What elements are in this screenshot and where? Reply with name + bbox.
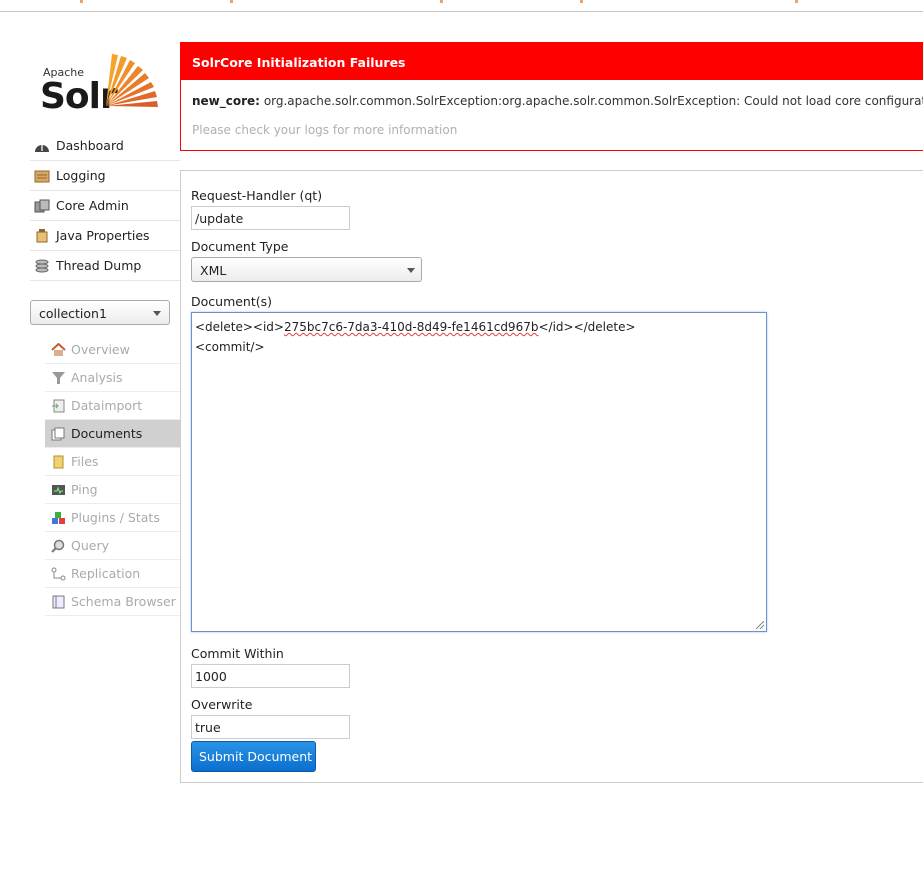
nav-label-core-admin: Core Admin (56, 198, 129, 213)
clipped-header-strip (60, 0, 800, 4)
documents-icon (51, 427, 66, 441)
thread-dump-icon (34, 259, 50, 273)
ping-icon (51, 483, 66, 497)
core-nav-files[interactable]: Files (45, 448, 180, 476)
nav-label-thread-dump: Thread Dump (56, 258, 142, 273)
top-divider (0, 11, 923, 12)
nav-label-dashboard: Dashboard (56, 138, 124, 153)
core-nav-label-analysis: Analysis (71, 370, 123, 385)
documents-line1-open: <delete><id> (195, 320, 284, 334)
solr-logo[interactable]: Apache Solr (40, 48, 165, 117)
core-nav-overview[interactable]: Overview (45, 336, 180, 364)
commit-within-label: Commit Within (191, 646, 284, 661)
chevron-down-icon (153, 311, 161, 316)
check-logs-hint: Please check your logs for more informat… (192, 123, 458, 137)
logging-icon (34, 169, 50, 183)
nav-item-dashboard[interactable]: Dashboard (30, 131, 180, 161)
query-icon (51, 539, 66, 553)
submit-document-button[interactable]: Submit Document (191, 741, 316, 772)
core-nav-schema-browser[interactable]: Schema Browser (45, 588, 180, 616)
core-nav-dataimport[interactable]: Dataimport (45, 392, 180, 420)
core-nav-ping[interactable]: Ping (45, 476, 180, 504)
overwrite-input[interactable]: true (191, 715, 350, 739)
core-nav-label-overview: Overview (71, 342, 130, 357)
core-nav-plugins-stats[interactable]: Plugins / Stats (45, 504, 180, 532)
init-failures-title: SolrCore Initialization Failures (181, 43, 923, 80)
core-nav-label-replication: Replication (71, 566, 141, 581)
core-nav-label-query: Query (71, 538, 109, 553)
document-type-value: XML (200, 263, 227, 278)
core-nav-documents[interactable]: Documents (45, 420, 180, 448)
core-nav-label-documents: Documents (71, 426, 143, 441)
nav-item-logging[interactable]: Logging (30, 161, 180, 191)
files-icon (51, 455, 66, 469)
documents-textarea[interactable]: <delete><id>275bc7c6-7da3-410d-8d49-fe14… (191, 312, 767, 632)
resize-handle-icon[interactable] (756, 621, 764, 629)
core-nav-label-files: Files (71, 454, 99, 469)
request-handler-input[interactable]: /update (191, 206, 350, 230)
core-admin-icon (34, 199, 50, 213)
nav-item-core-admin[interactable]: Core Admin (30, 191, 180, 221)
sun-icon (106, 54, 158, 107)
documents-label: Document(s) (191, 294, 273, 309)
request-handler-label: Request-Handler (qt) (191, 188, 323, 203)
schema-browser-icon (51, 595, 66, 609)
analysis-icon (51, 371, 66, 385)
documents-line1-close: </id></delete> (538, 320, 636, 334)
nav-item-java-properties[interactable]: Java Properties (30, 221, 180, 251)
core-selector-value: collection1 (39, 306, 107, 321)
dataimport-icon (51, 399, 66, 413)
failed-core-name: new_core: (192, 94, 260, 108)
overview-icon (51, 342, 66, 357)
nav-item-thread-dump[interactable]: Thread Dump (30, 251, 180, 281)
main-navigation: Dashboard Logging Core Admin Java Proper… (30, 131, 180, 281)
document-type-select[interactable]: XML (191, 257, 422, 282)
core-navigation: Overview Analysis Dataimport Documents F… (45, 336, 180, 616)
nav-label-logging: Logging (56, 168, 106, 183)
documents-line2: <commit/> (195, 340, 265, 354)
core-nav-label-ping: Ping (71, 482, 98, 497)
java-properties-icon (34, 228, 50, 243)
dashboard-icon (34, 139, 50, 153)
core-nav-replication[interactable]: Replication (45, 560, 180, 588)
overwrite-label: Overwrite (191, 697, 253, 712)
core-selector[interactable]: collection1 (30, 300, 170, 325)
core-nav-query[interactable]: Query (45, 532, 180, 560)
plugins-icon (51, 511, 66, 525)
core-nav-label-schema-browser: Schema Browser (71, 594, 176, 609)
failure-text: org.apache.solr.common.SolrException:org… (263, 94, 923, 108)
init-failure-message: new_core: org.apache.solr.common.SolrExc… (192, 94, 923, 108)
core-nav-analysis[interactable]: Analysis (45, 364, 180, 392)
core-nav-label-dataimport: Dataimport (71, 398, 143, 413)
nav-label-java-properties: Java Properties (56, 228, 150, 243)
document-type-label: Document Type (191, 239, 289, 254)
replication-icon (51, 567, 66, 581)
chevron-down-icon (407, 268, 415, 273)
core-nav-label-plugins-stats: Plugins / Stats (71, 510, 160, 525)
commit-within-input[interactable]: 1000 (191, 664, 350, 688)
init-failures-banner: SolrCore Initialization Failures new_cor… (180, 42, 923, 151)
documents-line1-id: 275bc7c6-7da3-410d-8d49-fe1461cd967b (283, 320, 539, 334)
